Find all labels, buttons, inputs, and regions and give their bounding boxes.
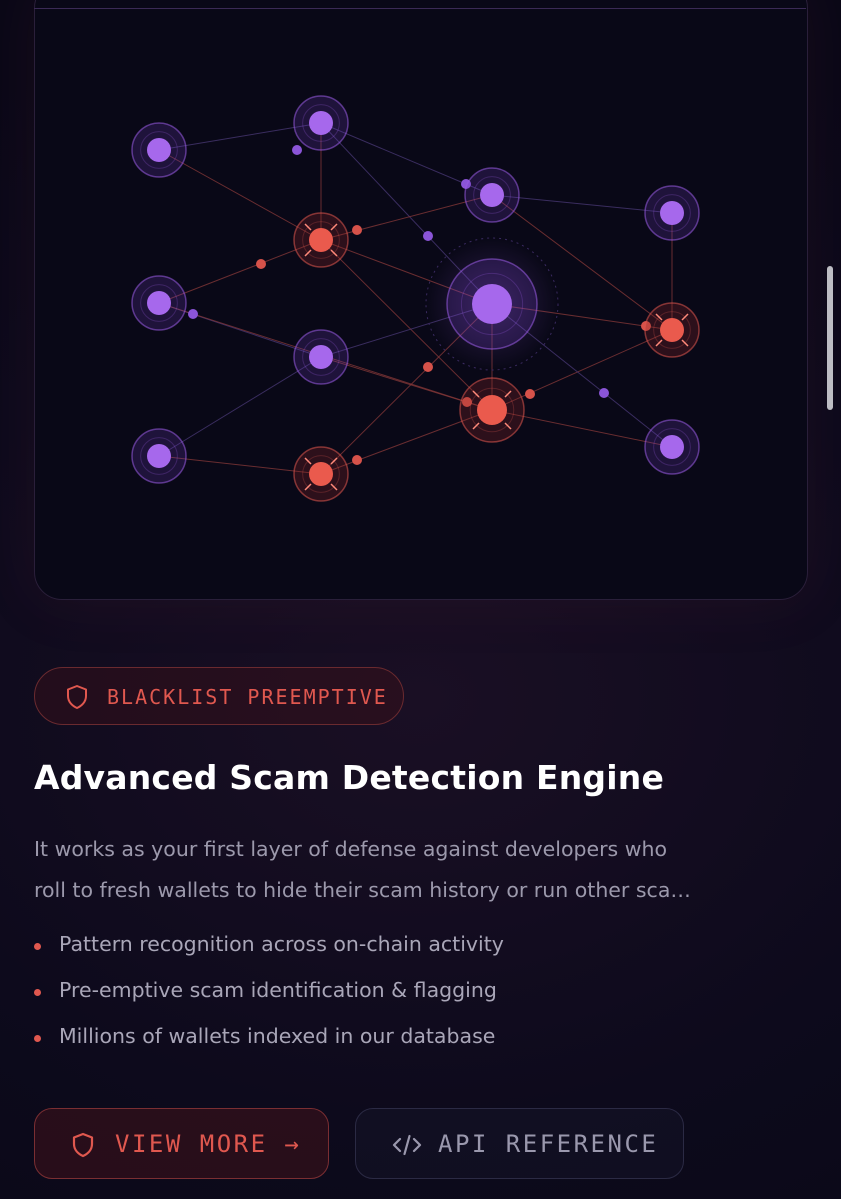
network-particle [525,389,535,399]
wallet-node [131,275,187,331]
wallet-node [464,167,520,223]
view-more-label: VIEW MORE → [115,1130,302,1158]
description-line: It works as your first layer of defense … [34,837,668,861]
network-particle [188,309,198,319]
network-particle [352,225,362,235]
page-scrollbar[interactable] [827,266,833,410]
feature-item: Pre-emptive scam identification & flaggi… [34,978,504,1024]
flagged-wallet-node [293,212,349,268]
network-particle [423,362,433,372]
network-link [158,149,322,241]
network-particle [352,455,362,465]
network-particle [423,231,433,241]
network-link [158,356,322,457]
code-icon [392,1133,422,1161]
hub-wallet-node [425,237,559,371]
description-line: roll to fresh wallets to hide their scam… [34,878,691,902]
network-particles [188,145,651,465]
feature-item: Pattern recognition across on-chain acti… [34,932,504,978]
feature-list: Pattern recognition across on-chain acti… [34,932,504,1070]
flagged-wallet-node [293,446,349,502]
feature-item: Millions of wallets indexed in our datab… [34,1024,504,1070]
blacklist-badge: BLACKLIST PREEMPTIVE [34,667,404,725]
shield-icon [65,684,89,714]
network-particle [599,388,609,398]
shield-icon [71,1132,95,1162]
bullet-dot-icon [34,943,41,950]
flagged-wallet-node [644,302,700,358]
feature-text: Millions of wallets indexed in our datab… [59,1024,496,1048]
bullet-dot-icon [34,989,41,996]
description: It works as your first layer of defense … [34,829,814,911]
view-more-button[interactable]: VIEW MORE → [34,1108,329,1179]
api-reference-button[interactable]: API REFERENCE [355,1108,684,1179]
wallet-network-graph [131,95,700,502]
wallet-node [293,329,349,385]
feature-text: Pre-emptive scam identification & flaggi… [59,978,497,1002]
api-reference-label: API REFERENCE [438,1130,659,1158]
feature-text: Pattern recognition across on-chain acti… [59,932,504,956]
network-particle [256,259,266,269]
badge-label: BLACKLIST PREEMPTIVE [107,685,388,709]
flagged-wallet-node [459,377,525,443]
network-links [158,122,673,475]
wallet-node [131,428,187,484]
network-nodes [131,95,700,502]
wallet-node [644,185,700,241]
wallet-node [644,419,700,475]
wallet-node [131,122,187,178]
bullet-dot-icon [34,1035,41,1042]
wallet-node [293,95,349,151]
network-particle [292,145,302,155]
page-title: Advanced Scam Detection Engine [34,758,665,797]
